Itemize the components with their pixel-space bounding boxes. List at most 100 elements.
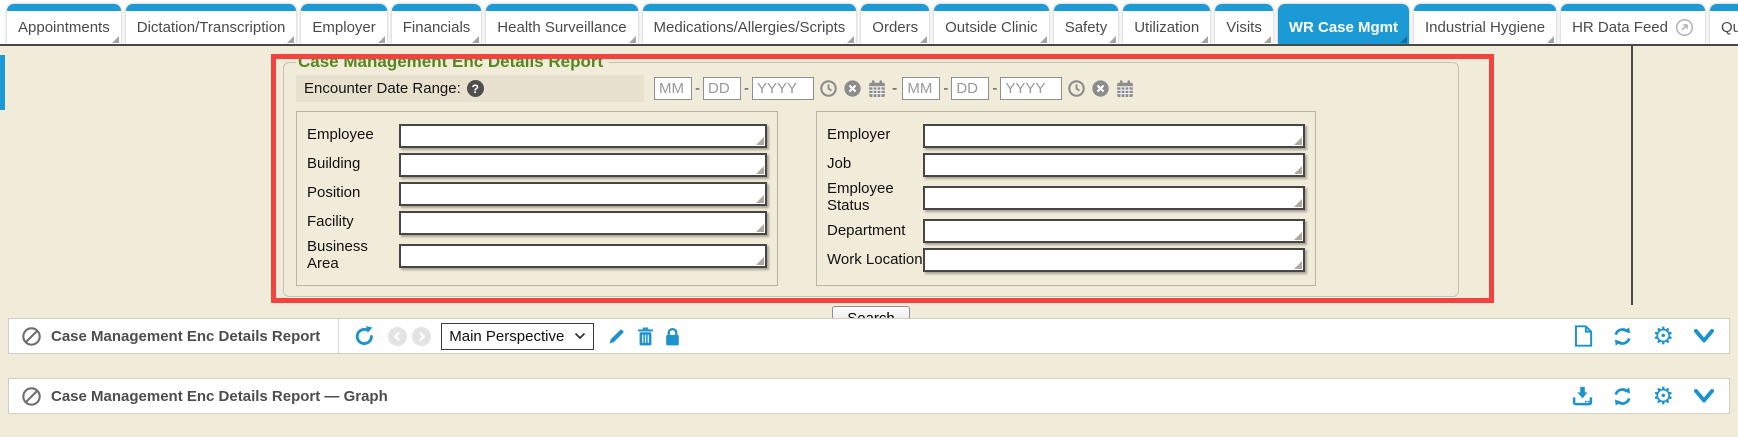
field-label: Facility: [307, 214, 399, 231]
perspective-edit-group: [607, 327, 680, 346]
tab-medications-allergies-scripts[interactable]: Medications/Allergies/Scripts: [643, 4, 857, 44]
form-row: Employee: [307, 123, 767, 148]
form-row: Position: [307, 181, 767, 206]
business-area-input[interactable]: [399, 244, 767, 268]
new-page-icon[interactable]: [1573, 325, 1593, 347]
employee-status-input[interactable]: [923, 186, 1305, 210]
delete-trash-icon[interactable]: [637, 327, 654, 346]
panel-actions: ⚙: [1572, 384, 1715, 408]
tab-label: HR Data Feed: [1572, 19, 1668, 36]
tab-appointments[interactable]: Appointments: [7, 4, 121, 44]
tab-label: Medications/Allergies/Scripts: [654, 19, 846, 36]
encounter-date-range-label-cell: Encounter Date Range: ?: [296, 75, 644, 102]
input-frame: [399, 211, 767, 235]
tab-dictation-transcription[interactable]: Dictation/Transcription: [126, 4, 297, 44]
calendar-icon[interactable]: [1115, 79, 1135, 99]
tab-dropdown-fold-icon: [112, 36, 119, 43]
no-data-icon: [21, 386, 42, 407]
tab-label: Visits: [1226, 19, 1262, 36]
tab-dropdown-fold-icon: [629, 36, 636, 43]
job-input[interactable]: [923, 153, 1305, 177]
clear-date-icon[interactable]: [843, 79, 862, 98]
field-label: Employer: [827, 127, 923, 144]
forward-icon[interactable]: [412, 327, 431, 346]
tab-hr-data-feed[interactable]: HR Data Feed: [1561, 4, 1705, 44]
tab-financials[interactable]: Financials: [392, 4, 482, 44]
field-label: Position: [307, 185, 399, 202]
back-icon[interactable]: [388, 327, 407, 346]
form-row: Department: [827, 219, 1305, 244]
report-fieldset: Case Management Enc Details Report Encou…: [283, 52, 1459, 297]
perspective-select-frame: Main Perspective: [441, 323, 594, 350]
building-input[interactable]: [399, 153, 767, 177]
tab-health-surveillance[interactable]: Health Surveillance: [486, 4, 637, 44]
refresh-icon[interactable]: [1612, 386, 1633, 407]
tab-utilization[interactable]: Utilization: [1123, 4, 1210, 44]
tab-safety[interactable]: Safety: [1054, 4, 1119, 44]
end-month-input[interactable]: [902, 77, 940, 100]
employer-input[interactable]: [923, 124, 1305, 148]
employee-input[interactable]: [399, 124, 767, 148]
tab-label: Industrial Hygiene: [1425, 19, 1545, 36]
edit-pencil-icon[interactable]: [607, 327, 626, 346]
filter-column-right: Employer Job Employee Status Department …: [816, 111, 1316, 286]
perspective-select[interactable]: Main Perspective: [442, 325, 574, 348]
help-icon[interactable]: ?: [467, 80, 484, 97]
tab-label: Financials: [403, 19, 471, 36]
clear-date-icon[interactable]: [1091, 79, 1110, 98]
field-label: Building: [307, 156, 399, 173]
field-label: Employee Status: [827, 181, 923, 215]
left-accent-strip: [0, 55, 5, 110]
collapse-chevron-icon[interactable]: [1693, 328, 1715, 344]
tab-outside-clinic[interactable]: Outside Clinic: [934, 4, 1049, 44]
time-picker-icon[interactable]: [1067, 79, 1086, 98]
tab-orders[interactable]: Orders: [861, 4, 929, 44]
start-month-input[interactable]: [654, 77, 692, 100]
divider: [338, 319, 339, 353]
undo-icon[interactable]: [353, 325, 376, 348]
external-link-icon[interactable]: [1675, 18, 1694, 37]
tab-dropdown-fold-icon: [287, 36, 294, 43]
date-separator: -: [992, 80, 997, 97]
download-icon[interactable]: [1572, 386, 1593, 406]
module-tab-bar: Appointments Dictation/Transcription Emp…: [0, 0, 1738, 46]
tab-employer[interactable]: Employer: [301, 4, 386, 44]
field-label: Department: [827, 223, 923, 240]
input-frame: [923, 219, 1305, 243]
tab-dropdown-fold-icon: [1547, 36, 1554, 43]
position-input[interactable]: [399, 182, 767, 206]
encounter-date-range-label: Encounter Date Range:: [304, 80, 461, 97]
gear-icon[interactable]: ⚙: [1652, 324, 1674, 348]
start-year-input[interactable]: [752, 77, 814, 100]
end-day-input[interactable]: [951, 77, 989, 100]
tab-quality-of-care[interactable]: Quality of Care: [1710, 4, 1738, 44]
date-separator: -: [695, 80, 700, 97]
encounter-date-range-row: Encounter Date Range: ? - - - - -: [296, 75, 1446, 102]
tab-dropdown-fold-icon: [1201, 36, 1208, 43]
tab-wr-case-mgmt-active[interactable]: WR Case Mgmt: [1278, 4, 1409, 44]
refresh-icon[interactable]: [1612, 326, 1633, 347]
graph-panel-header: Case Management Enc Details Report — Gra…: [8, 378, 1730, 414]
input-frame: [399, 124, 767, 148]
tab-dropdown-fold-icon: [1400, 36, 1407, 43]
tab-industrial-hygiene[interactable]: Industrial Hygiene: [1414, 4, 1556, 44]
lock-icon[interactable]: [665, 327, 680, 346]
gear-icon[interactable]: ⚙: [1652, 384, 1674, 408]
start-day-input[interactable]: [703, 77, 741, 100]
tab-visits[interactable]: Visits: [1215, 4, 1273, 44]
date-range-end-group: - -: [902, 77, 1135, 100]
input-frame: [923, 248, 1305, 272]
calendar-icon[interactable]: [867, 79, 887, 99]
tab-label: Outside Clinic: [945, 19, 1038, 36]
tab-label: Utilization: [1134, 19, 1199, 36]
collapse-chevron-icon[interactable]: [1693, 388, 1715, 404]
tab-dropdown-fold-icon: [378, 36, 385, 43]
no-data-icon: [21, 326, 42, 347]
work-location-input[interactable]: [923, 248, 1305, 272]
facility-input[interactable]: [399, 211, 767, 235]
time-picker-icon[interactable]: [819, 79, 838, 98]
department-input[interactable]: [923, 219, 1305, 243]
form-row: Work Location: [827, 248, 1305, 273]
panel-actions: ⚙: [1573, 324, 1715, 348]
end-year-input[interactable]: [1000, 77, 1062, 100]
